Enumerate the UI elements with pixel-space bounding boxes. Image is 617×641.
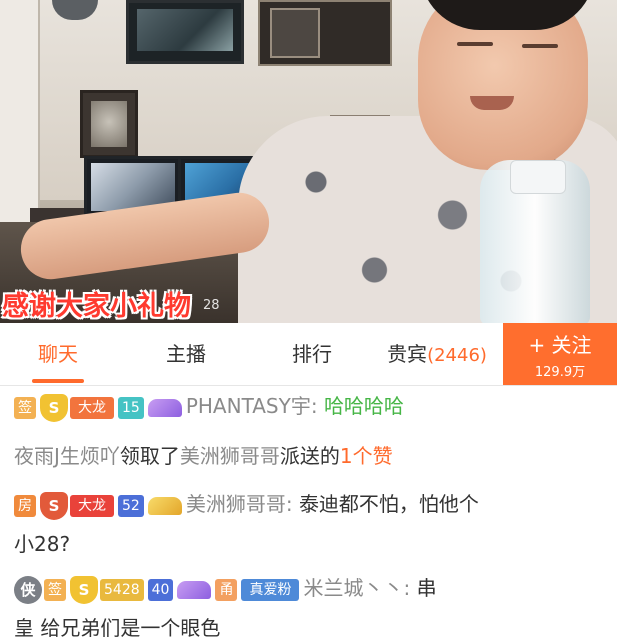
follow-button-label: + 关注 bbox=[528, 333, 592, 357]
chat-text: 串 bbox=[416, 576, 437, 600]
tab-chat[interactable]: 聊天 bbox=[20, 323, 96, 385]
chat-message: 侠签 S 5428 40 甬真爱粉 米兰城丶丶: 串 bbox=[14, 572, 437, 604]
chat-message: 房 S 大龙 52 美洲狮哥哥: 泰迪都不怕，怕他个 bbox=[14, 488, 479, 520]
chat-nickname[interactable]: 夜雨J生烦吖 bbox=[14, 444, 120, 468]
streamer-eye bbox=[522, 44, 558, 48]
live-video-player[interactable]: 感谢大家小礼物 28 bbox=[0, 0, 617, 323]
fan-level-badge: 40 bbox=[147, 578, 174, 601]
chat-text: 小28? bbox=[14, 532, 71, 556]
active-tab-indicator bbox=[32, 379, 84, 383]
noble-gem-icon bbox=[147, 496, 182, 515]
room-admin-badge: 房 bbox=[14, 494, 36, 517]
like-amount: 1个赞 bbox=[339, 444, 393, 468]
fan-level-badge: 15 bbox=[118, 396, 144, 419]
dragon-title-badge: 大龙 bbox=[70, 396, 114, 419]
level-shield-icon: S bbox=[70, 575, 98, 604]
level-shield-icon: S bbox=[40, 393, 68, 422]
tab-ranking[interactable]: 排行 bbox=[272, 323, 352, 385]
chat-text: 皇 给兄弟们是一个眼色 bbox=[14, 616, 221, 640]
level-shield-icon: S bbox=[40, 491, 68, 520]
chat-nickname[interactable]: 美洲狮哥哥 bbox=[180, 444, 280, 468]
wall-photo-frame bbox=[80, 90, 138, 158]
guardian-shield-icon: 侠 bbox=[14, 575, 42, 604]
chat-nickname[interactable]: PHANTASY宇: bbox=[186, 394, 318, 418]
tab-anchor-label: 主播 bbox=[166, 342, 206, 366]
chat-message: 签 S 大龙 15 PHANTASY宇: 哈哈哈哈 bbox=[14, 390, 404, 422]
chat-message-continued: 小28? bbox=[14, 528, 70, 557]
dragon-title-badge: 大龙 bbox=[70, 494, 114, 517]
tab-vip-label: 贵宾 bbox=[387, 342, 428, 366]
chat-action-text: 领取了 bbox=[119, 444, 180, 468]
video-overlay-number: 28 bbox=[203, 298, 220, 313]
chat-action-text: 派送的 bbox=[279, 444, 340, 468]
video-caption: 感谢大家小礼物 bbox=[2, 291, 191, 322]
follower-count: 129.9万 bbox=[534, 365, 586, 380]
chat-text: 泰迪都不怕，怕他个 bbox=[298, 492, 479, 516]
water-bottle-cap bbox=[510, 160, 566, 194]
wall-tv bbox=[126, 0, 244, 64]
tab-chat-label: 聊天 bbox=[38, 342, 78, 366]
region-badge: 甬 bbox=[215, 578, 238, 601]
noble-gem-icon bbox=[147, 398, 182, 417]
chat-nickname[interactable]: 米兰城丶丶: bbox=[303, 576, 410, 600]
sign-in-badge: 签 bbox=[14, 396, 36, 419]
streamer-eye bbox=[457, 42, 493, 46]
chat-text: 哈哈哈哈 bbox=[323, 394, 404, 418]
chat-list[interactable]: 签 S 大龙 15 PHANTASY宇: 哈哈哈哈 夜雨J生烦吖领取了美洲狮哥哥派送的1… bbox=[0, 386, 617, 640]
follow-button[interactable]: + 关注 129.9万 bbox=[503, 323, 617, 385]
true-fan-badge: 真爱粉 bbox=[241, 578, 300, 601]
chat-nickname[interactable]: 美洲狮哥哥: bbox=[186, 492, 293, 516]
sign-in-badge: 签 bbox=[44, 578, 66, 601]
tab-ranking-label: 排行 bbox=[292, 342, 332, 366]
wall-cabinet bbox=[258, 0, 392, 66]
tab-vip[interactable]: 贵宾(2446) bbox=[376, 323, 498, 385]
tab-vip-count: (2446) bbox=[427, 345, 487, 366]
chat-system-message: 夜雨J生烦吖领取了美洲狮哥哥派送的1个赞 bbox=[14, 440, 393, 469]
tab-anchor[interactable]: 主播 bbox=[146, 323, 226, 385]
fan-level-badge: 52 bbox=[118, 494, 144, 517]
level-number-badge: 5428 bbox=[100, 578, 144, 601]
noble-gem-icon bbox=[177, 580, 212, 599]
